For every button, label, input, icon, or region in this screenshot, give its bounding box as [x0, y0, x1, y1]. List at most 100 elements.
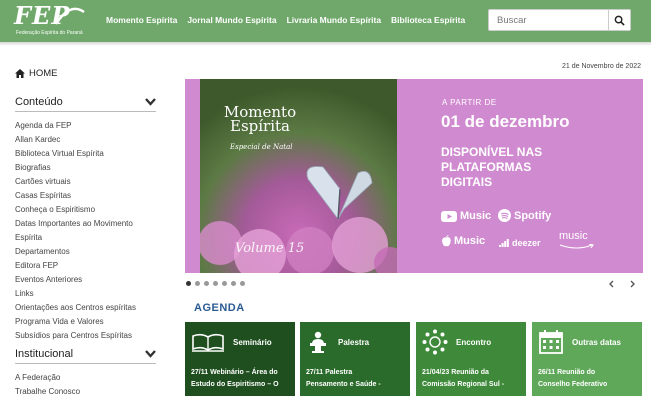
card-header: Outras datas: [532, 322, 642, 362]
carousel-dot-3[interactable]: [204, 281, 209, 286]
agenda-card-seminario[interactable]: Seminário 27/11 Webinário – Área do Estu…: [185, 322, 295, 396]
carousel-dot-2[interactable]: [195, 281, 200, 286]
banner-available: DISPONÍVEL NAS PLATAFORMAS DIGITAIS: [441, 145, 601, 190]
conteudo-title: Conteúdo: [15, 95, 63, 108]
carousel-dot-4[interactable]: [213, 281, 218, 286]
menu-item-departamentos[interactable]: Departamentos: [15, 245, 156, 259]
photo-title-line-2: Espírita: [230, 117, 290, 135]
card-text-line-1: 27/11 Webinário – Área do: [191, 369, 278, 376]
carousel-prev-button[interactable]: [608, 280, 614, 290]
search-icon: [614, 15, 625, 26]
banner-available-line-3: DIGITAIS: [441, 175, 493, 189]
top-bar: FEP Federação Espírita do Paraná Momento…: [0, 0, 651, 42]
home-label: HOME: [29, 67, 58, 79]
calendar-icon: [539, 330, 563, 354]
menu-item-datas-importantes[interactable]: Datas Importantes ao Movimento: [15, 217, 156, 231]
agenda-title: AGENDA: [194, 302, 245, 314]
menu-item-conheca-espiritismo[interactable]: Conheça o Espiritismo: [15, 203, 156, 217]
menu-item-datas-importantes-cont[interactable]: Espírita: [15, 231, 156, 245]
youtube-music-label: Music: [460, 210, 492, 222]
fep-logo[interactable]: FEP Federação Espírita do Paraná: [14, 1, 86, 38]
hero-banner[interactable]: Momento Espírita Especial de Natal Volum…: [185, 79, 643, 273]
banner-available-line-1: DISPONÍVEL NAS: [441, 145, 543, 159]
conteudo-menu: Agenda da FEP Allan Kardec Biblioteca Vi…: [15, 119, 156, 343]
carousel-dot-5[interactable]: [222, 281, 227, 286]
spotify-label: Spotify: [514, 209, 552, 222]
card-text-line-2: Estudo do Espiritismo – O: [191, 381, 279, 388]
card-body: 26/11 Reunião do Conselho Federativo: [532, 362, 642, 391]
menu-item-casas-espiritas[interactable]: Casas Espíritas: [15, 189, 156, 203]
search-input[interactable]: [489, 10, 609, 30]
menu-item-biblioteca-virtual[interactable]: Biblioteca Virtual Espírita: [15, 147, 156, 161]
banner-date: 01 de dezembro: [441, 112, 570, 131]
card-body: 27/11 Palestra Pensamento e Saúde -: [300, 362, 410, 391]
topbar-shadow: [0, 42, 651, 46]
nav-biblioteca-espirita[interactable]: Biblioteca Espírita: [391, 15, 465, 25]
card-text-line-1: 27/11 Palestra: [306, 369, 353, 376]
amazon-smile-icon: [559, 244, 594, 249]
nav-livraria-mundo-espirita[interactable]: Livraria Mundo Espírita: [287, 15, 381, 25]
nav-momento-espirita[interactable]: Momento Espírita: [106, 15, 177, 25]
deezer-icon: [499, 239, 509, 247]
card-label: Palestra: [338, 337, 370, 347]
amazon-music-logo: music: [559, 230, 588, 242]
chevron-right-icon: [630, 280, 635, 288]
main-nav: Momento Espírita Jornal Mundo Espírita L…: [106, 15, 465, 25]
book-icon: [192, 333, 224, 352]
menu-item-biografias[interactable]: Biografias: [15, 161, 156, 175]
search-button[interactable]: [608, 10, 630, 30]
carousel-dot-7[interactable]: [240, 281, 245, 286]
card-text-line-2: Comissão Regional Sul -: [422, 381, 505, 388]
sidebar: HOME Conteúdo Agenda da FEP Allan Kardec…: [15, 66, 156, 396]
deezer-label: deezer: [512, 238, 541, 248]
logo-subtitle: Federação Espírita do Paraná: [16, 30, 83, 36]
home-link[interactable]: HOME: [15, 66, 156, 80]
conteudo-header[interactable]: Conteúdo: [15, 95, 156, 112]
menu-item-orientacoes[interactable]: Orientações aos Centros espíritas: [15, 301, 156, 315]
menu-item-eventos-anteriores[interactable]: Eventos Anteriores: [15, 273, 156, 287]
nav-jornal-mundo-espirita[interactable]: Jornal Mundo Espírita: [187, 15, 276, 25]
institucional-title: Institucional: [15, 347, 74, 360]
agenda-card-outras-datas[interactable]: Outras datas 26/11 Reunião do Conselho F…: [532, 322, 642, 396]
banner-available-line-2: PLATAFORMAS: [441, 160, 532, 174]
menu-item-subsidios[interactable]: Subsídios para Centros Espíritas: [15, 329, 156, 343]
agenda-card-encontro[interactable]: Encontro 21/04/23 Reunião da Comissão Re…: [416, 322, 526, 396]
card-text-line-1: 21/04/23 Reunião da: [422, 369, 489, 376]
card-label: Seminário: [233, 337, 272, 347]
menu-item-allan-kardec[interactable]: Allan Kardec: [15, 133, 156, 147]
photo-title: Momento Espírita: [200, 105, 320, 135]
photo-subtitle: Especial de Natal: [230, 143, 293, 151]
card-body: 27/11 Webinário – Área do Estudo do Espi…: [185, 362, 295, 391]
deezer-logo: deezer: [499, 238, 541, 248]
carousel-dot-6[interactable]: [231, 281, 236, 286]
apple-music-label: Music: [454, 235, 486, 247]
home-icon: [15, 68, 25, 78]
carousel-next-button[interactable]: [630, 280, 636, 290]
menu-item-agenda[interactable]: Agenda da FEP: [15, 119, 156, 133]
menu-item-editora-fep[interactable]: Editora FEP: [15, 259, 156, 273]
card-label: Outras datas: [572, 337, 621, 347]
menu-item-trabalhe-conosco[interactable]: Trabalhe Conosco: [15, 385, 156, 396]
menu-item-programa-vida[interactable]: Programa Vida e Valores: [15, 315, 156, 329]
carousel-dot-1[interactable]: [186, 281, 191, 286]
menu-item-cartoes-virtuais[interactable]: Cartões virtuais: [15, 175, 156, 189]
current-date: 21 de Novembro de 2022: [562, 63, 641, 70]
institucional-header[interactable]: Institucional: [15, 347, 156, 364]
card-text-line-1: 26/11 Reunião do: [538, 369, 596, 376]
menu-item-links[interactable]: Links: [15, 287, 156, 301]
card-header: Seminário: [185, 322, 295, 362]
apple-music-logo: Music: [441, 235, 485, 247]
institucional-menu: A Federação Trabalhe Conosco: [15, 371, 156, 396]
card-header: Encontro: [416, 322, 526, 362]
card-label: Encontro: [456, 337, 492, 347]
banner-photo: Momento Espírita Especial de Natal Volum…: [200, 79, 397, 273]
people-circle-icon: [422, 329, 448, 355]
chevron-down-icon: [145, 97, 156, 106]
menu-item-a-federacao[interactable]: A Federação: [15, 371, 156, 385]
spotify-icon: [498, 209, 511, 222]
photo-volume: Volume 15: [235, 241, 305, 256]
card-text-line-2: Conselho Federativo: [538, 381, 608, 388]
youtube-music-logo: Music: [441, 210, 491, 222]
apple-icon: [442, 235, 451, 247]
agenda-card-palestra[interactable]: Palestra 27/11 Palestra Pensamento e Saú…: [300, 322, 410, 396]
